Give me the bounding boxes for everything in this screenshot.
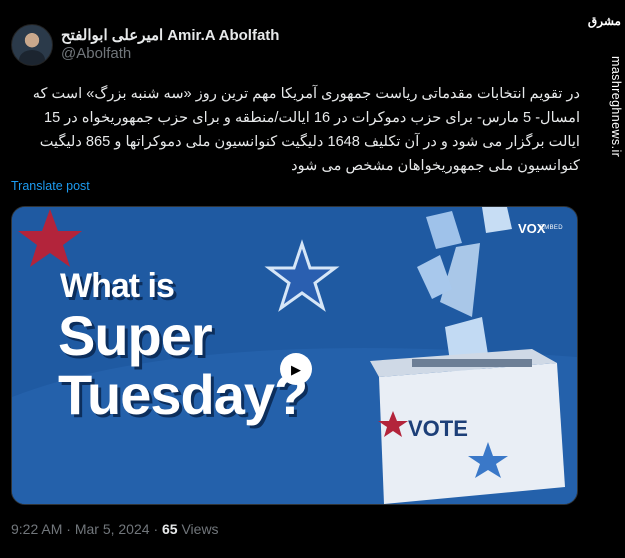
avatar[interactable] [11,24,53,66]
video-title-line-3: Tuesday? [58,363,308,426]
display-name-en[interactable]: Amir.A Abolfath [167,27,279,44]
watermark-sidebar: مشرق mashreghnews.ir [587,0,625,558]
views-count[interactable]: 65 [162,521,178,537]
ballot-box [379,363,565,504]
embed-label: EMBED [540,225,563,231]
video-title-line-1: What is [60,267,175,305]
tweet-meta: 9:22 AM · Mar 5, 2024 · 65 Views [11,521,219,537]
meta-separator: · [153,521,159,537]
video-title-line-2: Super [58,304,213,367]
play-icon: ▶ [291,361,301,377]
video-thumbnail[interactable]: VOX EMBED What is Super Tuesday? VOTE ▶ [11,206,578,505]
author-handle[interactable]: @Abolfath [61,45,131,62]
translate-post-link[interactable]: Translate post [11,179,90,193]
author-name-row[interactable]: امیرعلی ابوالفتح Amir.A Abolfath [61,25,279,45]
tweet-time[interactable]: 9:22 AM [11,521,62,537]
mashregh-logo: مشرق [587,14,621,28]
display-name-fa[interactable]: امیرعلی ابوالفتح [61,26,163,44]
views-label: Views [181,521,219,537]
tweet-date[interactable]: Mar 5, 2024 [75,521,150,537]
play-button[interactable]: ▶ [280,353,312,385]
ballot-box-vote-text: VOTE [408,416,468,441]
meta-separator: · [66,521,71,537]
tweet-text: در تقویم انتخابات مقدماتی ریاست جمهوری آ… [32,86,580,174]
site-url-watermark: mashreghnews.ir [609,56,623,158]
